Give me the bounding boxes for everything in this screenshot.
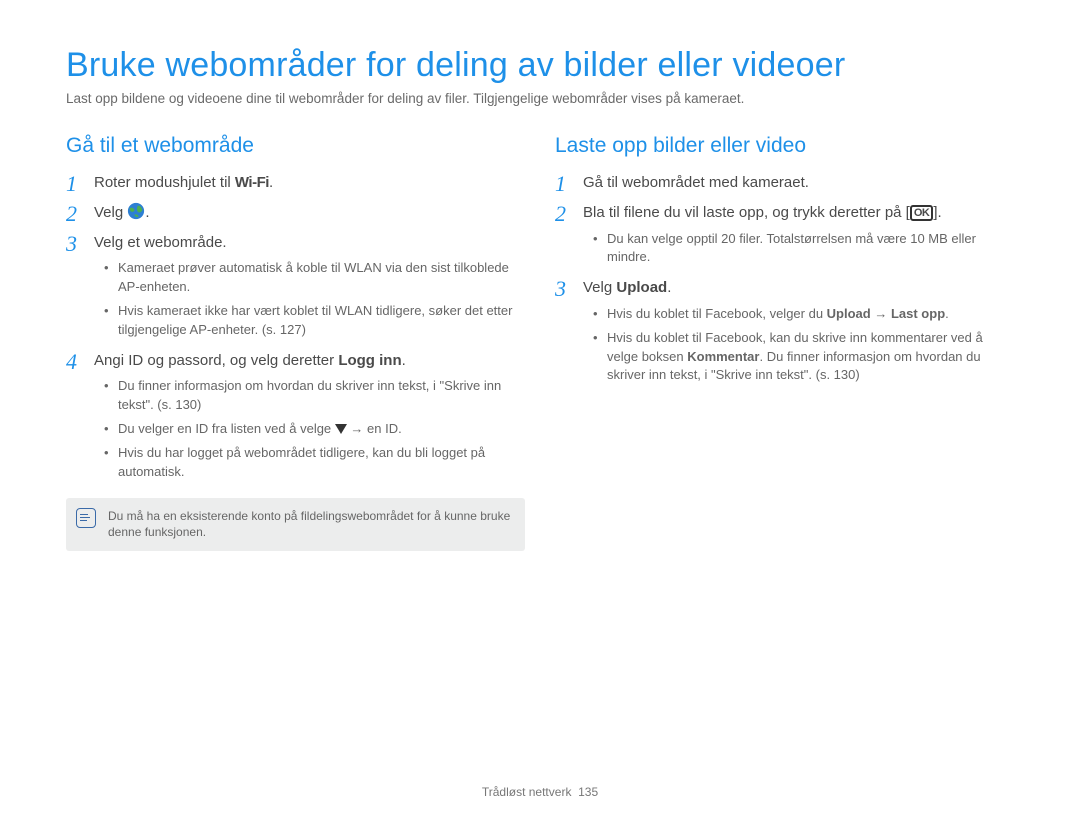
right-step-2: 2 Bla til filene du vil laste opp, og tr… [555,202,1014,267]
left-heading: Gå til et webområde [66,134,525,158]
page-title: Bruke webområder for deling av bilder el… [66,46,1014,85]
wifi-icon: Wi-Fi [235,174,269,191]
step-number: 3 [555,273,566,305]
r-step3-post: . [667,279,671,296]
step-number: 1 [66,168,77,200]
step-number: 2 [555,198,566,230]
bullet: Du finner informasjon om hvordan du skri… [108,377,525,415]
step4-pre: Angi ID og passord, og velg deretter [94,352,338,369]
r-step2-post: ]. [933,204,941,221]
globe-icon [127,202,145,220]
r-step1-text: Gå til webområdet med kameraet. [583,174,809,191]
right-column: Laste opp bilder eller video 1 Gå til we… [555,128,1014,551]
step4-post: . [402,352,406,369]
sub2-bold: Kommentar [687,349,759,364]
bullet: Hvis du har logget på webområdet tidlige… [108,444,525,482]
two-column-layout: Gå til et webområde 1 Roter modushjulet … [66,128,1014,551]
bullet: Hvis du koblet til Facebook, kan du skri… [597,329,1014,386]
manual-page: Bruke webområder for deling av bilder el… [0,0,1080,815]
sub2-pre: Du velger en ID fra listen ved å velge [118,421,335,436]
bullet: Hvis du koblet til Facebook, velger du U… [597,305,1014,324]
sub1-pre: Hvis du koblet til Facebook, velger du [607,306,827,321]
bullet: Du velger en ID fra listen ved å velge →… [108,420,525,439]
step3-text: Velg et webområde. [94,234,227,251]
triangle-down-icon [335,424,347,434]
r-step2-bullets: Du kan velge opptil 20 filer. Totalstørr… [583,230,1014,268]
left-step-3: 3 Velg et webområde. Kameraet prøver aut… [66,232,525,340]
left-step-2: 2 Velg . [66,202,525,224]
left-column: Gå til et webområde 1 Roter modushjulet … [66,128,525,551]
step2-post: . [145,204,149,221]
sub1-post: . [945,306,949,321]
step4-bullets: Du finner informasjon om hvordan du skri… [94,377,525,481]
sub1-mid: → [871,306,891,321]
sub2-post: → en ID. [347,421,402,436]
left-step-4: 4 Angi ID og passord, og velg deretter L… [66,350,525,482]
left-step-1: 1 Roter modushjulet til Wi-Fi. [66,172,525,194]
sub1-b1: Upload [827,306,871,321]
footer-label: Trådløst nettverk [482,785,572,799]
right-step-3: 3 Velg Upload. Hvis du koblet til Facebo… [555,277,1014,385]
ok-button-icon: OK [910,205,934,221]
footer-page-number: 135 [578,785,598,799]
note-text: Du må ha en eksisterende konto på fildel… [108,508,511,542]
r-step2-pre: Bla til filene du vil laste opp, og tryk… [583,204,910,221]
step-number: 3 [66,228,77,260]
bullet: Du kan velge opptil 20 filer. Totalstørr… [597,230,1014,268]
right-heading: Laste opp bilder eller video [555,134,1014,158]
page-footer: Trådløst nettverk 135 [0,785,1080,799]
step3-bullets: Kameraet prøver automatisk å koble til W… [94,259,525,339]
note-icon [76,508,96,528]
step-number: 4 [66,346,77,378]
step2-pre: Velg [94,204,127,221]
step1-pre: Roter modushjulet til [94,174,235,191]
r-step3-bold: Upload [616,279,667,296]
note-box: Du må ha en eksisterende konto på fildel… [66,498,525,552]
r-step3-pre: Velg [583,279,616,296]
right-step-1: 1 Gå til webområdet med kameraet. [555,172,1014,194]
step1-post: . [269,174,273,191]
r-step3-bullets: Hvis du koblet til Facebook, velger du U… [583,305,1014,385]
page-intro: Last opp bildene og videoene dine til we… [66,91,1014,106]
bullet: Hvis kameraet ikke har vært koblet til W… [108,302,525,340]
step4-bold: Logg inn [338,352,401,369]
step-number: 1 [555,168,566,200]
sub1-b2: Last opp [891,306,945,321]
step-number: 2 [66,198,77,230]
bullet: Kameraet prøver automatisk å koble til W… [108,259,525,297]
